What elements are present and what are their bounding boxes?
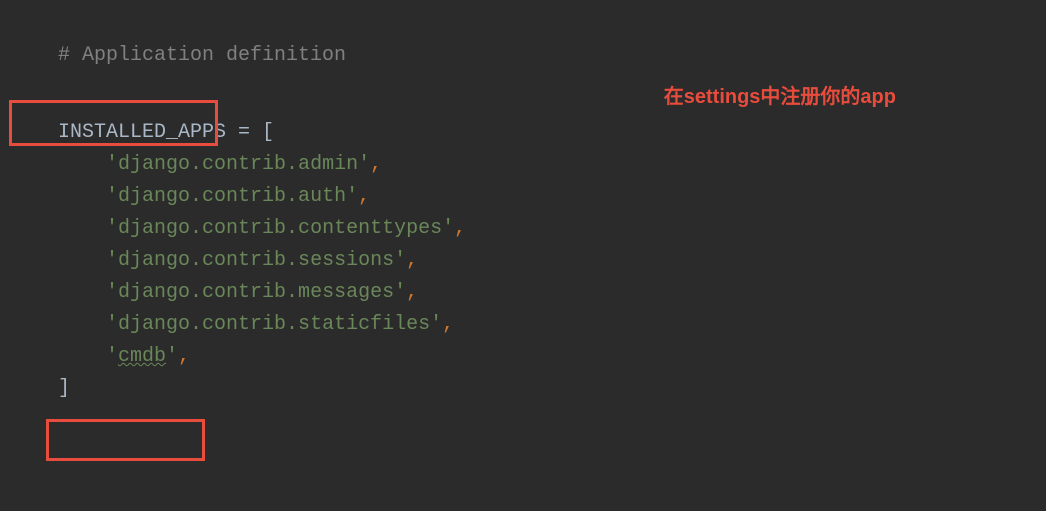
annotation-text: 在settings中注册你的app <box>664 80 896 109</box>
code-line-app: 'django.contrib.messages', <box>10 245 1046 277</box>
code-line-app: 'cmdb', <box>10 309 1046 341</box>
close-bracket: ] <box>58 377 70 400</box>
code-line-app: 'django.contrib.sessions', <box>10 213 1046 245</box>
code-editor-viewport[interactable]: # Application definition INSTALLED_APPS … <box>0 0 1046 373</box>
code-line-close: ] <box>10 341 1046 373</box>
code-line-app: 'django.contrib.staticfiles', <box>10 277 1046 309</box>
comment-text: # Application definition <box>58 44 346 67</box>
code-line-comment: # Application definition <box>10 8 1046 40</box>
code-line-app: 'django.contrib.admin', <box>10 117 1046 149</box>
code-line-app: 'django.contrib.auth', <box>10 149 1046 181</box>
annotation-highlight-box <box>46 419 205 461</box>
code-line-app: 'django.contrib.contenttypes', <box>10 181 1046 213</box>
